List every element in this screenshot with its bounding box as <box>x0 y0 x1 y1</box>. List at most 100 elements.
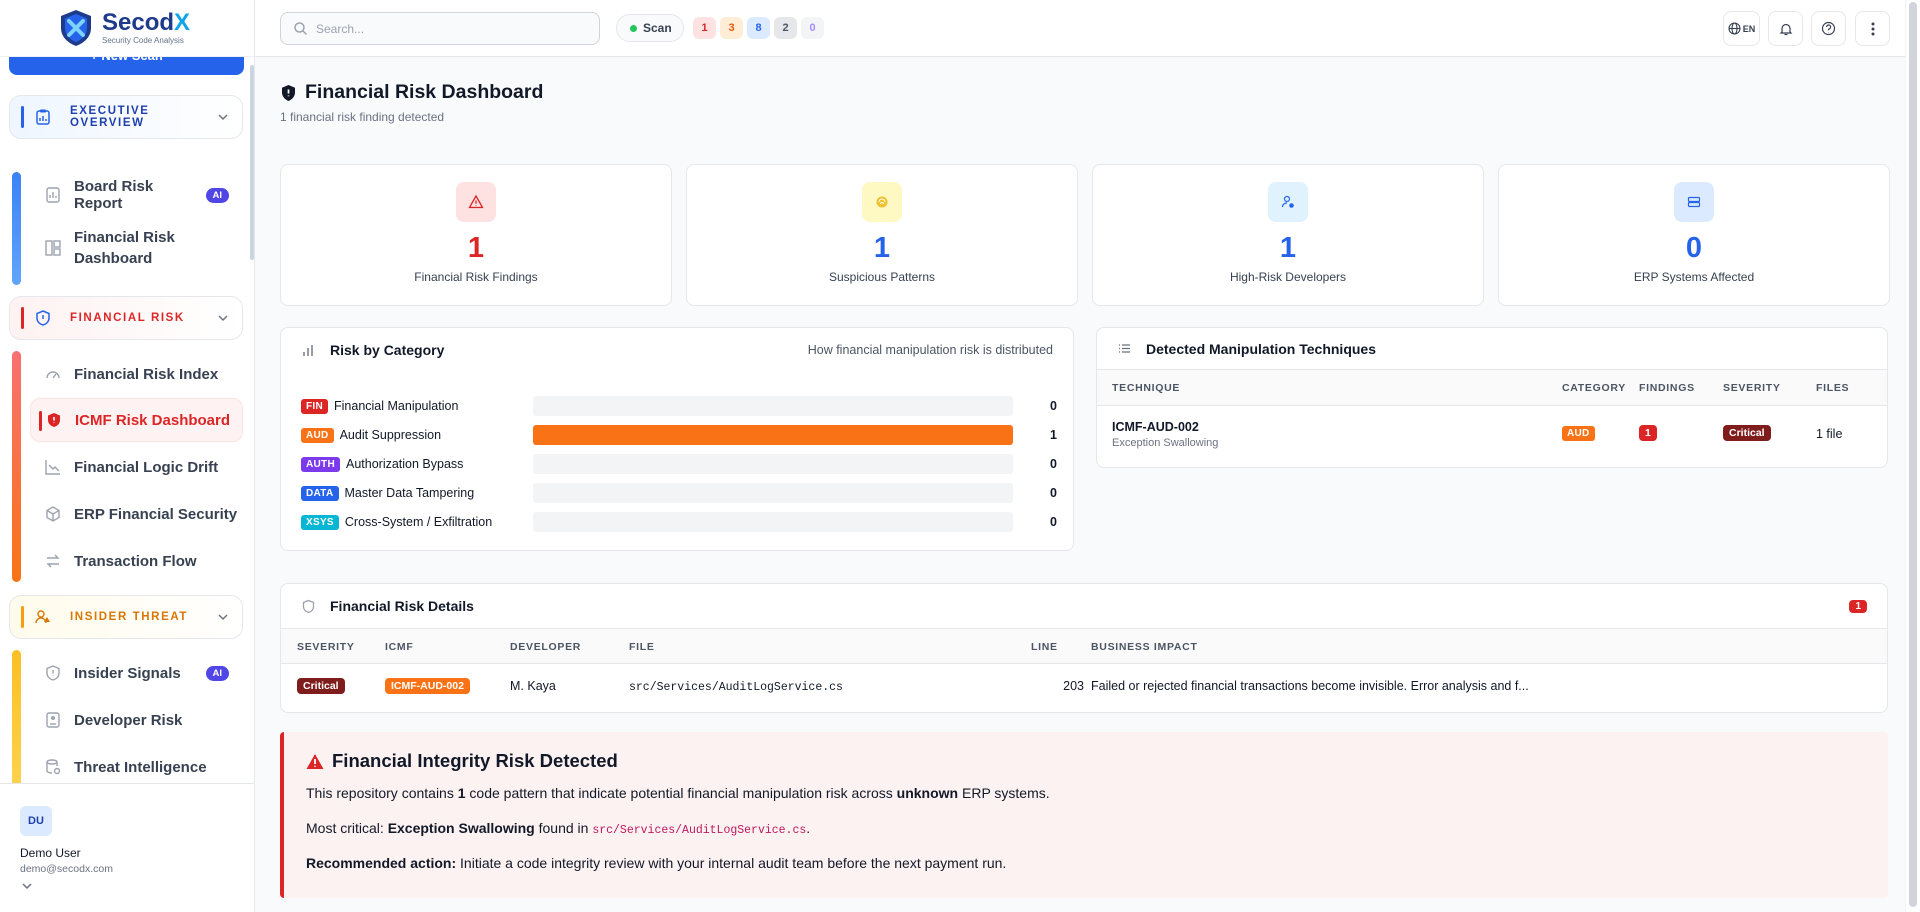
sidebar-item-financial-logic-drift[interactable]: Financial Logic Drift <box>30 445 243 489</box>
user-email: demo@secodx.com <box>20 863 113 875</box>
card-header: Financial Risk Details 1 <box>281 584 1887 628</box>
sidebar-item-financial-risk-index[interactable]: Financial Risk Index <box>30 352 243 396</box>
alert-summary: This repository contains 1 code pattern … <box>306 785 1050 801</box>
kpi-label: Suspicious Patterns <box>828 270 936 284</box>
column-header: ICMF <box>385 641 414 653</box>
scrollbar-thumb[interactable] <box>1909 2 1917 907</box>
low-count-badge[interactable]: 2 <box>774 17 797 39</box>
chevron-down-icon <box>218 614 228 621</box>
cube-icon <box>46 506 60 522</box>
group-financial-risk[interactable]: FINANCIAL RISK <box>9 296 243 340</box>
shield-alert-icon <box>48 413 60 427</box>
findings-count: 1 <box>1639 425 1657 441</box>
integrity-risk-alert: Financial Integrity Risk Detected This r… <box>280 732 1888 898</box>
file-path[interactable]: src/Services/AuditLogService.cs <box>629 681 843 694</box>
status-dot <box>630 24 637 32</box>
shield-icon <box>302 599 315 613</box>
column-header: CATEGORY <box>1562 382 1626 394</box>
help-button[interactable] <box>1811 11 1846 46</box>
file-path-link[interactable]: src/Services/AuditLogService.cs <box>592 824 806 837</box>
category-value: 0 <box>1050 399 1057 413</box>
category-tag: AUD <box>301 427 334 443</box>
clipboard-chart-icon <box>36 109 50 125</box>
scan-status-button[interactable]: Scan <box>616 14 684 42</box>
card-header: Detected Manipulation Techniques <box>1097 328 1887 370</box>
user-alert-icon <box>35 610 50 624</box>
new-scan-button[interactable]: + New Scan <box>9 57 244 75</box>
sidebar-item-label: Financial Risk Dashboard <box>74 229 175 267</box>
sidebar-item-board-risk-report[interactable]: Board Risk Report AI <box>30 173 243 217</box>
group-insider-threat[interactable]: INSIDER THREAT <box>9 595 243 639</box>
financial-risk-details-card: Financial Risk Details 1 SEVERITY ICMF D… <box>280 583 1888 713</box>
sidebar-item-developer-risk[interactable]: Developer Risk <box>30 698 243 742</box>
table-row[interactable]: Critical ICMF-AUD-002 M. Kaya src/Servic… <box>281 664 1887 712</box>
alert-triangle-icon <box>456 182 496 222</box>
sidebar-item-label: Board Risk Report <box>74 178 154 212</box>
bell-icon <box>1779 23 1792 35</box>
help-icon <box>1821 21 1836 36</box>
category-bar-fill <box>533 425 1013 445</box>
ai-badge: AI <box>205 665 229 681</box>
sidebar-item-label: ICMF Risk Dashboard <box>75 411 231 429</box>
risk-by-category-card: Risk by Category How financial manipulat… <box>280 327 1074 551</box>
kpi-financial-risk-findings: 1 Financial Risk Findings <box>280 164 672 306</box>
shield-alert-icon <box>282 84 295 101</box>
page-scrollbar[interactable] <box>1905 0 1920 912</box>
category-bar-track <box>533 454 1013 474</box>
sidebar-item-transaction-flow[interactable]: Transaction Flow <box>30 539 243 583</box>
search-input[interactable] <box>316 21 586 36</box>
category-row[interactable]: FIN Financial Manipulation 0 <box>301 396 1058 416</box>
details-count-badge: 1 <box>1849 599 1867 613</box>
category-tag: XSYS <box>301 514 339 530</box>
table-row[interactable]: ICMF-AUD-002 Exception Swallowing AUD 1 … <box>1097 406 1887 466</box>
sidebar-item-threat-intelligence[interactable]: Threat Intelligence <box>30 745 243 783</box>
shield-logo-icon <box>61 10 91 46</box>
sidebar-scrollbar[interactable] <box>250 65 254 260</box>
group-rail <box>12 650 21 783</box>
card-title: Detected Manipulation Techniques <box>1146 340 1376 357</box>
page-title-text: Financial Risk Dashboard <box>305 81 544 103</box>
category-row[interactable]: DATA Master Data Tampering 0 <box>301 483 1058 503</box>
user-panel[interactable]: DU Demo User demo@secodx.com <box>0 783 254 912</box>
category-row[interactable]: XSYS Cross-System / Exfiltration 0 <box>301 512 1058 532</box>
business-impact: Failed or rejected financial transaction… <box>1091 679 1529 693</box>
chevron-down-icon[interactable] <box>20 879 34 893</box>
kpi-erp-systems-affected: 0 ERP Systems Affected <box>1498 164 1890 306</box>
group-accent <box>21 606 24 628</box>
alert-most-critical: Most critical: Exception Swallowing foun… <box>306 820 811 837</box>
logo[interactable]: SecodX Security Code Analysis <box>0 0 254 57</box>
chevron-down-icon <box>218 114 228 121</box>
sidebar-item-icmf-risk-dashboard[interactable]: ICMF Risk Dashboard <box>30 398 243 442</box>
language-button[interactable]: EN <box>1723 11 1760 46</box>
category-row[interactable]: AUTH Authorization Bypass 0 <box>301 454 1058 474</box>
sidebar-item-insider-signals[interactable]: Insider Signals AI <box>30 651 243 695</box>
page-subtitle: 1 financial risk finding detected <box>280 110 445 124</box>
high-count-badge[interactable]: 3 <box>720 17 743 39</box>
sidebar-item-label: Threat Intelligence <box>74 758 207 776</box>
category-bar-track <box>533 425 1013 445</box>
files-count: 1 file <box>1816 427 1843 441</box>
user-name: Demo User <box>20 846 81 860</box>
kpi-high-risk-developers: 1 High-Risk Developers <box>1092 164 1484 306</box>
column-header: SEVERITY <box>297 641 355 653</box>
sidebar-item-financial-risk-dashboard[interactable]: Financial Risk Dashboard <box>30 221 243 275</box>
techniques-card: Detected Manipulation Techniques TECHNIQ… <box>1096 327 1888 468</box>
ai-badge: AI <box>205 187 229 203</box>
user-check-icon <box>1268 182 1308 222</box>
medium-count-badge[interactable]: 8 <box>747 17 770 39</box>
group-executive-overview[interactable]: EXECUTIVE OVERVIEW <box>9 95 243 139</box>
sidebar-item-erp-financial-security[interactable]: ERP Financial Security <box>30 492 243 536</box>
sidebar-item-label: ERP Financial Security <box>74 505 238 523</box>
more-menu-button[interactable] <box>1855 11 1890 46</box>
category-name: Financial Manipulation <box>334 399 459 413</box>
info-count-badge[interactable]: 0 <box>801 17 824 39</box>
group-label: EXECUTIVE OVERVIEW <box>70 105 150 129</box>
search-box[interactable] <box>280 12 600 45</box>
notifications-button[interactable] <box>1768 11 1803 46</box>
category-row[interactable]: AUD Audit Suppression 1 <box>301 425 1058 445</box>
shield-icon <box>36 310 50 326</box>
server-icon <box>1674 182 1714 222</box>
critical-count-badge[interactable]: 1 <box>693 17 716 39</box>
alert-title: Financial Integrity Risk Detected <box>306 750 618 772</box>
page-title: Financial Risk Dashboard <box>280 81 543 104</box>
